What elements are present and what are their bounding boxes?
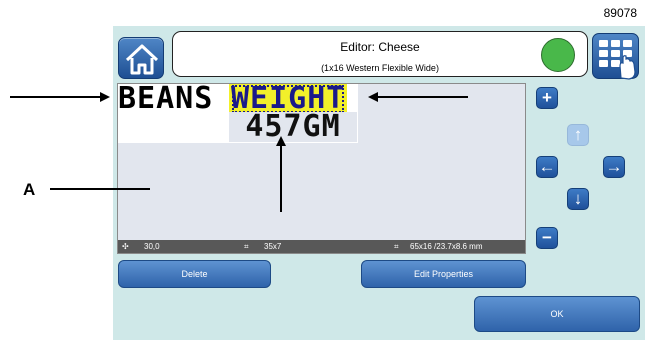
delete-button[interactable]: Delete: [118, 260, 271, 288]
callout-label-a: A: [23, 180, 36, 199]
zoom-out-icon: −: [542, 228, 552, 247]
message-canvas[interactable]: BEANS WEIGHT 457GM ✣ 30,0 ⌗ 35x7 ⌗ 65x16…: [117, 83, 526, 254]
arrow-left-icon: ←: [538, 157, 556, 176]
home-icon: [125, 44, 159, 75]
move-left-button[interactable]: ←: [536, 156, 558, 178]
zoom-out-button[interactable]: −: [536, 227, 558, 249]
zoom-in-icon: +: [542, 88, 552, 107]
cursor-position: 30,0: [144, 242, 160, 251]
text-field-weight-value[interactable]: 457GM: [229, 112, 357, 142]
home-button[interactable]: [118, 37, 164, 79]
message-type-subtitle: (1x16 Western Flexible Wide): [321, 63, 439, 73]
move-icon: ✣: [122, 242, 129, 251]
page-title: Editor: Cheese: [340, 40, 420, 54]
figure-number: 89078: [603, 6, 637, 20]
printer-status-indicator[interactable]: [541, 38, 575, 72]
message-size-icon: ⌗: [394, 242, 399, 251]
canvas-status-bar: ✣ 30,0 ⌗ 35x7 ⌗ 65x16 /23.7x8.6 mm: [118, 240, 525, 253]
zoom-in-button[interactable]: +: [536, 87, 558, 109]
move-up-button[interactable]: ↑: [567, 124, 589, 146]
move-right-button[interactable]: →: [603, 156, 625, 178]
editor-title-box: Editor: Cheese (1x16 Western Flexible Wi…: [172, 31, 588, 77]
arrow-down-icon: ↓: [573, 189, 583, 208]
text-field-weight-selected[interactable]: WEIGHT: [229, 84, 348, 114]
text-field-beans[interactable]: BEANS: [118, 84, 213, 114]
ok-button[interactable]: OK: [474, 296, 640, 332]
message-size: 65x16 /23.7x8.6 mm: [410, 242, 483, 251]
move-down-button[interactable]: ↓: [567, 188, 589, 210]
field-size-icon: ⌗: [244, 242, 249, 251]
keypad-menu-button[interactable]: [592, 33, 639, 80]
message-area: BEANS WEIGHT 457GM: [118, 84, 358, 143]
arrow-right-icon: →: [605, 157, 623, 176]
edit-properties-button[interactable]: Edit Properties: [361, 260, 526, 288]
arrow-up-icon: ↑: [573, 125, 583, 144]
keypad-menu-icon: [599, 40, 636, 80]
field-size: 35x7: [264, 242, 282, 251]
